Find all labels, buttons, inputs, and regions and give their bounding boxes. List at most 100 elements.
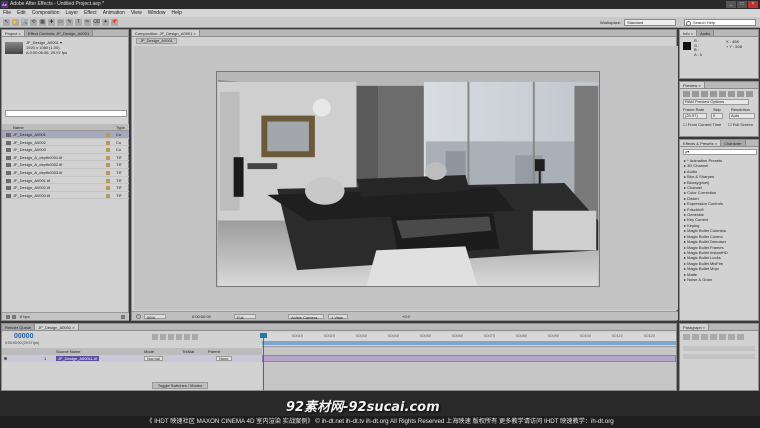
first-frame-icon[interactable] xyxy=(683,91,690,97)
project-search-input[interactable] xyxy=(5,110,127,117)
mask-tool-icon[interactable]: ▭ xyxy=(57,19,64,26)
column-type[interactable]: Type xyxy=(116,124,125,131)
tab-effect-controls[interactable]: Effect Controls: JF_Design_A0001 xyxy=(24,30,94,36)
column-mode[interactable]: Mode xyxy=(144,348,154,355)
tab-paragraph[interactable]: Paragraph × xyxy=(680,324,710,330)
timeline-current-time[interactable]: 00000 xyxy=(14,333,33,341)
menu-view[interactable]: View xyxy=(131,9,142,17)
loop-icon[interactable] xyxy=(737,91,744,97)
minimize-button[interactable]: _ xyxy=(726,1,736,8)
menu-file[interactable]: File xyxy=(3,9,11,17)
tab-effects-presets[interactable]: Effects & Presets × xyxy=(680,140,722,146)
from-current-checkbox[interactable]: ☐ From Current Time xyxy=(683,122,721,127)
tab-info[interactable]: Info × xyxy=(680,30,698,36)
eye-icon[interactable] xyxy=(4,357,7,360)
align-right-icon[interactable] xyxy=(701,334,708,340)
column-name[interactable]: Name xyxy=(13,124,24,131)
list-item[interactable]: JF_Design_A0003 Co xyxy=(2,146,129,154)
list-item[interactable]: JF_Design_A_depth0001.tif TIF xyxy=(2,154,129,162)
camera-select[interactable]: Active Camera xyxy=(288,314,324,320)
bit-depth-button[interactable]: 8 bpc xyxy=(20,313,30,321)
last-frame-icon[interactable] xyxy=(719,91,726,97)
spacing-row[interactable] xyxy=(683,354,755,359)
skip-input[interactable]: 0 xyxy=(711,113,723,119)
always-preview-icon[interactable] xyxy=(136,314,141,319)
justify-center-icon[interactable] xyxy=(719,334,726,340)
justify-left-icon[interactable] xyxy=(710,334,717,340)
resolution-select[interactable]: Auto xyxy=(729,113,755,119)
eraser-tool-icon[interactable]: ⌫ xyxy=(93,19,100,26)
work-area-bar[interactable] xyxy=(262,341,676,345)
list-item[interactable]: ▸ Noise & Grain xyxy=(680,277,758,282)
align-center-icon[interactable] xyxy=(692,334,699,340)
maximize-button[interactable]: □ xyxy=(737,1,747,8)
composition-breadcrumb[interactable]: JF_Design_A0001 xyxy=(136,38,177,44)
graph-editor-icon[interactable] xyxy=(192,334,198,340)
pen-tool-icon[interactable]: ✎ xyxy=(66,19,73,26)
menu-composition[interactable]: Composition xyxy=(32,9,60,17)
close-button[interactable]: × xyxy=(748,1,758,8)
play-icon[interactable] xyxy=(701,91,708,97)
tab-audio[interactable]: Audio xyxy=(697,30,715,36)
toggle-switches-modes-button[interactable]: Toggle Switches / Modes xyxy=(152,382,208,389)
list-item[interactable]: JF_Design_A0003.tif TIF xyxy=(2,192,129,200)
justify-right-icon[interactable] xyxy=(728,334,735,340)
effects-search-input[interactable]: ρ▾ xyxy=(683,149,757,155)
column-trkmat[interactable]: TrkMat xyxy=(182,348,194,355)
playhead-icon[interactable] xyxy=(260,333,267,338)
next-frame-icon[interactable] xyxy=(710,91,717,97)
comp-mini-flowchart-icon[interactable] xyxy=(152,334,158,340)
indent-row[interactable] xyxy=(683,346,755,351)
ram-preview-icon[interactable] xyxy=(746,91,753,97)
draft-3d-icon[interactable] xyxy=(160,334,166,340)
layer-name[interactable]: JF_Design_A00011.tif xyxy=(56,356,100,361)
layer-mode-select[interactable]: Normal xyxy=(144,356,163,361)
audio-icon[interactable] xyxy=(728,91,735,97)
list-item[interactable]: JF_Design_A_depth0003.tif TIF xyxy=(2,169,129,177)
list-item[interactable]: JF_Design_A0001 Co xyxy=(2,131,129,139)
shy-icon[interactable] xyxy=(168,334,174,340)
prev-frame-icon[interactable] xyxy=(692,91,699,97)
menu-edit[interactable]: Edit xyxy=(17,9,26,17)
tab-project[interactable]: Project × xyxy=(2,30,25,36)
column-source-name[interactable]: Source Name xyxy=(56,348,80,355)
roto-brush-tool-icon[interactable]: ✦ xyxy=(102,19,109,26)
time-ruler[interactable]: 00010 00020 00030 00040 00050 00060 0007… xyxy=(262,333,676,347)
frame-blending-icon[interactable] xyxy=(176,334,182,340)
ram-preview-options-select[interactable]: RAM Preview Options xyxy=(683,99,749,105)
current-time-display[interactable]: 0:00:00:00 xyxy=(192,312,211,321)
rotate-tool-icon[interactable]: ⟲ xyxy=(30,19,37,26)
timeline-track-area[interactable]: 00010 00020 00030 00040 00050 00060 0007… xyxy=(260,333,676,390)
tab-character[interactable]: Character xyxy=(721,140,746,146)
tab-render-queue[interactable]: Render Queue xyxy=(2,324,36,330)
composition-viewer[interactable] xyxy=(134,46,678,310)
menu-effect[interactable]: Effect xyxy=(84,9,97,17)
camera-tool-icon[interactable]: ▦ xyxy=(39,19,46,26)
list-item[interactable]: JF_Design_A_depth0002.tif TIF xyxy=(2,161,129,169)
selection-tool-icon[interactable]: ↖ xyxy=(3,19,10,26)
interpret-footage-icon[interactable] xyxy=(6,315,10,319)
brush-tool-icon[interactable]: ✏ xyxy=(84,19,91,26)
search-help-input[interactable]: Search Help xyxy=(684,19,756,26)
menu-window[interactable]: Window xyxy=(148,9,166,17)
list-item[interactable]: JF_Design_A0001.tif TIF xyxy=(2,177,129,185)
align-left-icon[interactable] xyxy=(683,334,690,340)
puppet-pin-tool-icon[interactable]: 📌 xyxy=(111,19,118,26)
magnification-select[interactable]: 50% xyxy=(144,314,166,320)
menu-layer[interactable]: Layer xyxy=(65,9,78,17)
resolution-select[interactable]: Full xyxy=(234,314,256,320)
list-item[interactable]: JF_Design_A0002 Co xyxy=(2,139,129,147)
new-folder-icon[interactable] xyxy=(12,315,16,319)
zoom-tool-icon[interactable]: 🔍 xyxy=(21,19,28,26)
table-row[interactable]: 1 JF_Design_A00011.tif Normal None xyxy=(2,355,262,362)
views-select[interactable]: 1 View xyxy=(328,314,348,320)
current-time-indicator[interactable] xyxy=(263,333,264,390)
tab-composition[interactable]: Composition: JF_Design_A0001 × xyxy=(132,30,200,36)
tab-preview[interactable]: Preview × xyxy=(680,82,705,88)
layer-parent-select[interactable]: None xyxy=(216,356,232,361)
column-parent[interactable]: Parent xyxy=(208,348,220,355)
frame-rate-select[interactable]: (29.97) xyxy=(683,113,707,119)
full-screen-checkbox[interactable]: ☐ Full Screen xyxy=(728,122,753,127)
motion-blur-icon[interactable] xyxy=(184,334,190,340)
type-tool-icon[interactable]: T xyxy=(75,19,82,26)
